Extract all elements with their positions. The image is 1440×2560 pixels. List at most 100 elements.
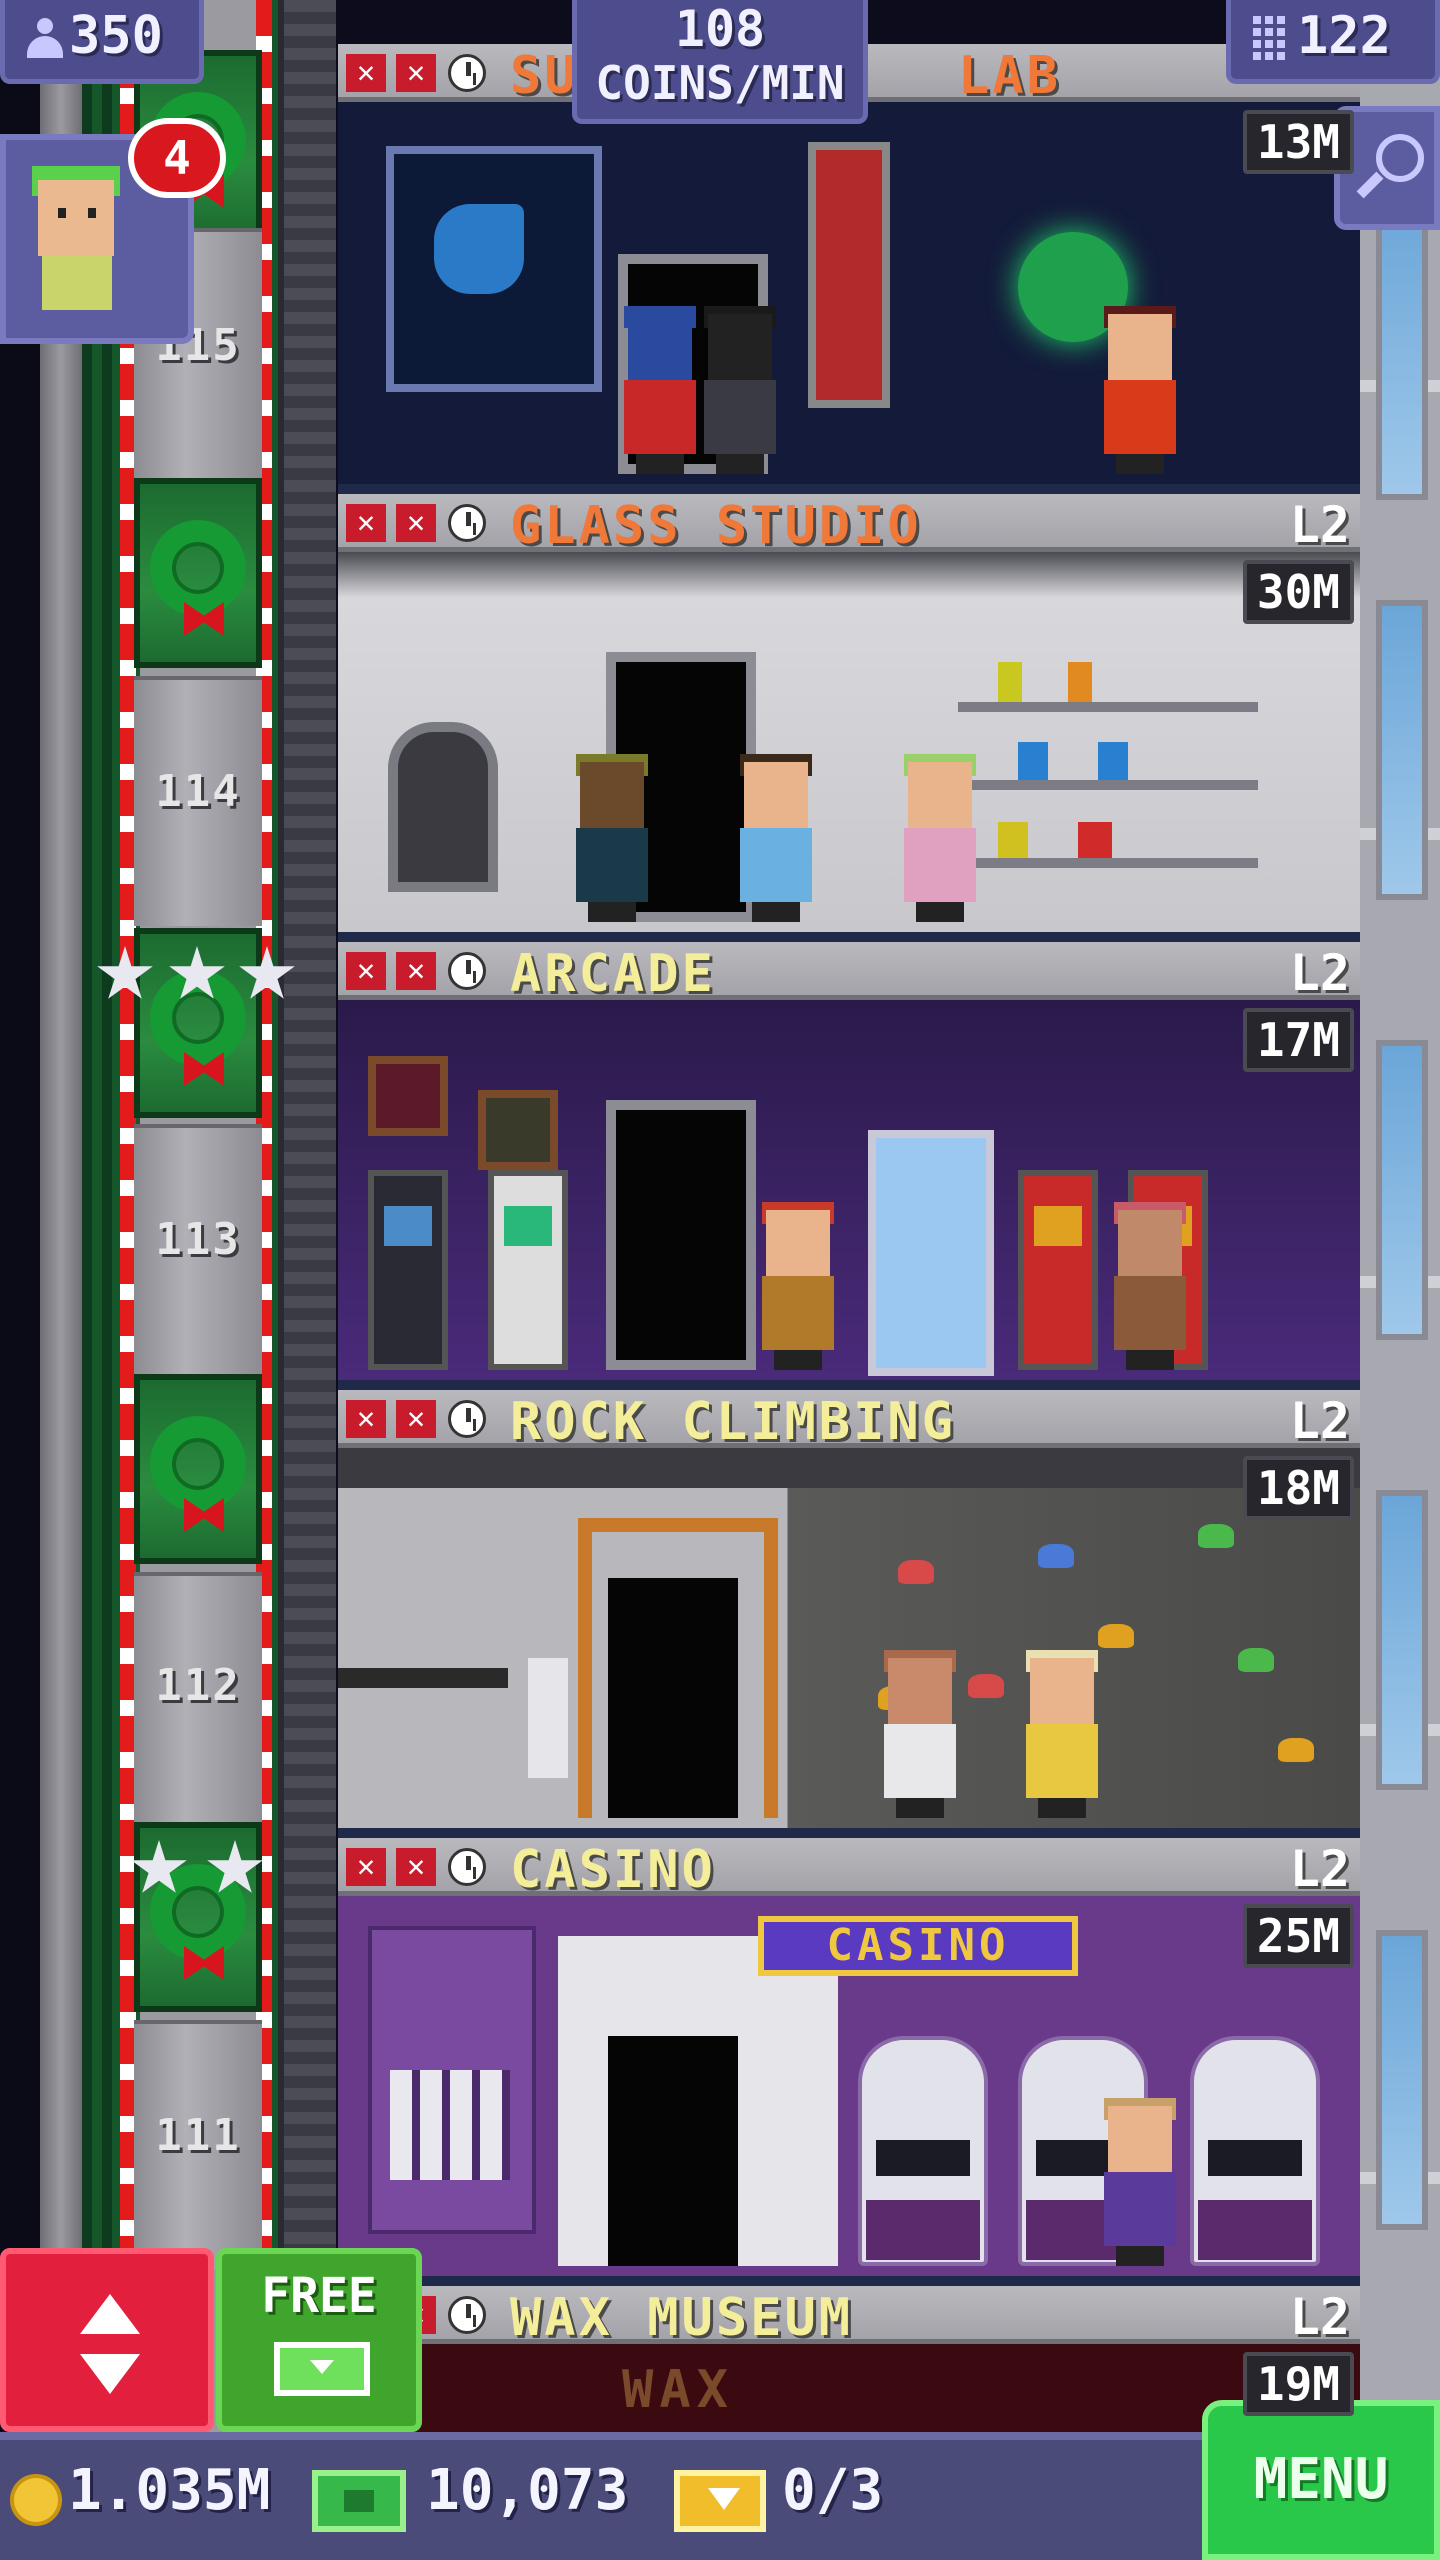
- cashier-bars: [390, 2070, 510, 2180]
- base: [866, 2200, 980, 2260]
- out-of-stock-x-icon: ✕: [396, 1400, 436, 1438]
- window: [1376, 600, 1428, 900]
- climbing-hold: [1278, 1738, 1314, 1762]
- bitizen[interactable]: [1020, 1650, 1104, 1818]
- legs: [1126, 1350, 1174, 1370]
- menu-button[interactable]: MENU: [1202, 2400, 1440, 2560]
- doorway: [606, 1100, 756, 1370]
- legs: [1038, 1798, 1086, 1818]
- window: [1376, 200, 1428, 500]
- bitizen[interactable]: [698, 306, 782, 474]
- stories-counter[interactable]: 122: [1226, 0, 1440, 84]
- bitizen[interactable]: [1108, 1202, 1192, 1370]
- wall-poster: [368, 1056, 448, 1136]
- game-screen: 115 114 113 112 111 ✕ ✕ SU LAB 13M ✕ ✕ G…: [0, 0, 1440, 2560]
- doorway: [608, 2036, 738, 2266]
- body: [1026, 1724, 1098, 1798]
- out-of-stock-x-icon: ✕: [346, 54, 386, 92]
- glass-vase: [1018, 742, 1048, 780]
- hologram: [434, 204, 524, 294]
- floor-name: GLASS STUDIO: [510, 496, 922, 556]
- bitizen[interactable]: [618, 306, 702, 474]
- doorway: [608, 1578, 738, 1818]
- body: [704, 380, 776, 454]
- floor-level: L2: [1289, 496, 1350, 554]
- wreath-icon: [150, 1416, 246, 1512]
- floor-name: WAX MUSEUM: [510, 2288, 854, 2348]
- building-icon: [1253, 16, 1289, 62]
- glass-vase: [1078, 822, 1112, 858]
- climbing-hold: [1038, 1544, 1074, 1568]
- elevator-car[interactable]: [134, 1374, 262, 1564]
- shaft-rail: [40, 0, 82, 2460]
- bitizen-avatar: [38, 180, 114, 256]
- tickets-value: 0/3: [782, 2458, 884, 2523]
- clock-icon: [448, 1400, 486, 1438]
- body: [1104, 380, 1176, 454]
- stock-label: 25M: [1242, 1904, 1354, 1968]
- population-value: 350: [69, 6, 163, 66]
- legs: [896, 1798, 944, 1818]
- elevator-car[interactable]: [134, 478, 262, 668]
- bitizen[interactable]: [734, 754, 818, 922]
- window: [1376, 1490, 1428, 1790]
- head: [580, 762, 644, 828]
- free-bux-button[interactable]: FREE: [216, 2248, 422, 2432]
- stories-value: 122: [1297, 6, 1391, 66]
- legs: [1116, 454, 1164, 474]
- room-interior: CASINO: [338, 1896, 1360, 2286]
- stock-label: 18M: [1242, 1456, 1354, 1520]
- bitizen[interactable]: [756, 1202, 840, 1370]
- legs: [636, 454, 684, 474]
- slot-machine: [1190, 2036, 1320, 2266]
- wax-sign: WAX: [622, 2360, 734, 2420]
- coins-per-min-counter[interactable]: 108 COINS/MIN: [572, 0, 868, 124]
- floor-arcade[interactable]: ✕ ✕ ARCADE L2 17M: [338, 942, 1360, 1390]
- glass-vase: [1098, 742, 1128, 780]
- bitizen[interactable]: [1098, 2098, 1182, 2266]
- legs: [588, 902, 636, 922]
- legs: [716, 454, 764, 474]
- head: [744, 762, 808, 828]
- room-interior: [338, 1448, 1360, 1838]
- coins-per-min-value: 108: [674, 0, 766, 58]
- head: [766, 1210, 830, 1276]
- head: [1108, 314, 1172, 380]
- stock-label: 13M: [1242, 110, 1354, 174]
- bitizen[interactable]: [878, 1650, 962, 1818]
- bitizen[interactable]: [898, 754, 982, 922]
- floor-header: ✕ ✕ ROCK CLIMBING L2: [338, 1390, 1360, 1452]
- stock-label: 30M: [1242, 560, 1354, 624]
- population-counter[interactable]: 350: [0, 0, 204, 84]
- body: [576, 828, 648, 902]
- counter: [338, 1668, 508, 1688]
- floor-number: 113: [155, 1214, 241, 1265]
- shelf: [958, 858, 1258, 868]
- stock-label: 19M: [1242, 2352, 1354, 2416]
- magnifier-icon: [1376, 134, 1424, 182]
- dna-tube: [808, 142, 890, 408]
- floor-rock-climbing[interactable]: ✕ ✕ ROCK CLIMBING L2 18M: [338, 1390, 1360, 1838]
- elevator-button[interactable]: [0, 2248, 214, 2432]
- elevator-car[interactable]: [134, 1822, 262, 2012]
- head: [1108, 2106, 1172, 2172]
- floor-glass-studio[interactable]: ✕ ✕ GLASS STUDIO L2 30M: [338, 494, 1360, 942]
- bitizen-shirt: [42, 256, 112, 310]
- kiln: [388, 722, 498, 892]
- shelf: [958, 702, 1258, 712]
- floor-name-tail: LAB: [958, 46, 1061, 106]
- bitizen[interactable]: [570, 754, 654, 922]
- body: [1104, 2172, 1176, 2246]
- shelf: [958, 780, 1258, 790]
- slot-machine: [858, 2036, 988, 2266]
- screen: [1034, 1206, 1082, 1246]
- bitizen[interactable]: [1098, 306, 1182, 474]
- clock-icon: [448, 54, 486, 92]
- floor-level: L2: [1289, 1840, 1350, 1898]
- glass-vase: [998, 662, 1022, 702]
- water-cooler: [528, 1658, 568, 1778]
- clock-icon: [448, 504, 486, 542]
- window: [1376, 1930, 1428, 2230]
- floor-casino[interactable]: ✕ ✕ CASINO L2 CASINO 25M: [338, 1838, 1360, 2286]
- coin-icon: [10, 2474, 62, 2526]
